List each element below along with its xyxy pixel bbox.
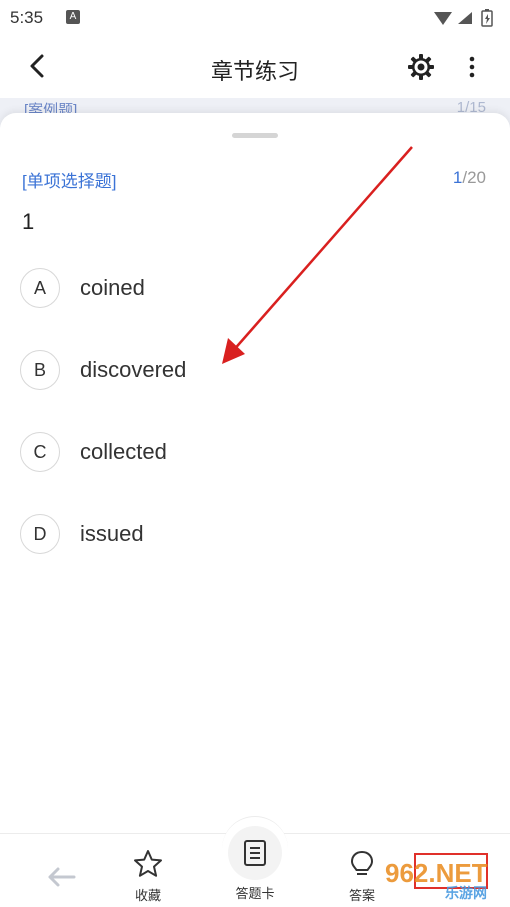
question-stem: 1 xyxy=(22,209,35,234)
question-current-number: 1 xyxy=(452,168,463,187)
watermark-logo-icon: 962.NET 乐游网 xyxy=(385,853,488,902)
answer-label: 答案 xyxy=(348,888,375,903)
site-watermark: 962.NET 乐游网 xyxy=(383,852,503,902)
arrow-left-icon xyxy=(48,867,76,887)
answer-card-icon xyxy=(244,840,266,866)
option-letter: B xyxy=(20,350,60,390)
status-icons xyxy=(430,8,500,33)
notification-icon: A xyxy=(66,10,80,24)
status-bar: 5:35 A xyxy=(0,0,510,36)
option-d[interactable]: D issued xyxy=(20,513,144,555)
option-letter: C xyxy=(20,432,60,472)
more-button[interactable] xyxy=(460,52,484,82)
option-letter: D xyxy=(20,514,60,554)
watermark-main: 962.NET xyxy=(385,858,488,888)
option-letter: A xyxy=(20,268,60,308)
question-total: /20 xyxy=(462,168,486,187)
option-a[interactable]: A coined xyxy=(20,267,145,309)
status-time: 5:35 xyxy=(10,8,44,27)
lightbulb-icon xyxy=(350,850,374,875)
option-text: issued xyxy=(80,521,144,546)
option-text: discovered xyxy=(80,357,187,382)
option-text: coined xyxy=(80,275,145,300)
answer-card-label: 答题卡 xyxy=(235,886,275,901)
app-header: 章节练习 xyxy=(0,36,510,98)
favorite-button[interactable]: 收藏 xyxy=(128,848,168,904)
answer-button[interactable]: 答案 xyxy=(340,848,384,904)
favorite-label: 收藏 xyxy=(134,888,161,903)
watermark-sub: 乐游网 xyxy=(445,885,487,902)
gear-icon xyxy=(408,54,434,80)
previous-question-button[interactable] xyxy=(44,862,78,892)
star-icon xyxy=(134,850,162,877)
option-b[interactable]: B discovered xyxy=(20,349,186,391)
answer-card-button[interactable]: 答题卡 xyxy=(225,838,285,902)
more-vertical-icon xyxy=(469,56,475,78)
question-sheet: [单项选择题] 1/20 1 xyxy=(0,113,510,833)
question-counter: 1/20 xyxy=(453,168,486,188)
option-text: collected xyxy=(80,439,167,464)
sheet-drag-handle[interactable] xyxy=(232,133,278,138)
settings-button[interactable] xyxy=(406,52,436,82)
question-type: [单项选择题] xyxy=(22,172,117,191)
option-c[interactable]: C collected xyxy=(20,431,167,473)
wifi-battery-icon xyxy=(434,9,493,27)
